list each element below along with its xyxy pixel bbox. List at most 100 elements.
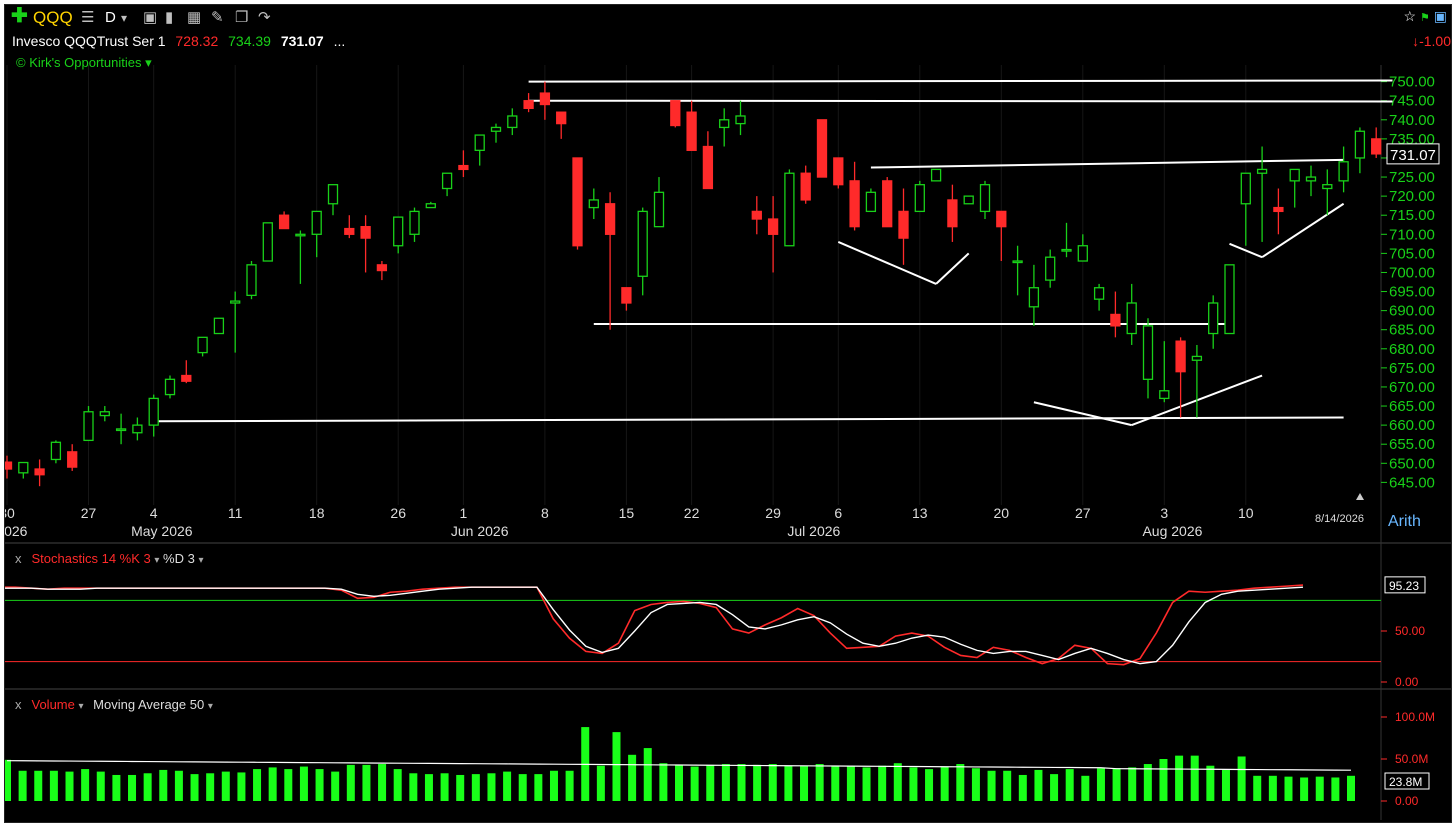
volume-bar xyxy=(690,766,699,801)
scanner-icon[interactable]: ▣ xyxy=(1434,8,1447,24)
date-tick-label: 11 xyxy=(228,505,243,521)
price-tick-label: 685.00 xyxy=(1389,322,1435,339)
candle-body xyxy=(930,168,942,182)
candle-body xyxy=(670,100,681,127)
candle-body xyxy=(1093,287,1105,300)
candle-body xyxy=(784,172,795,247)
study-menu[interactable]: © Kirk's Opportunities ▾ xyxy=(16,55,152,71)
date-tick-label: 13 xyxy=(912,505,928,521)
volume-bar xyxy=(409,773,418,801)
chevron-down-icon[interactable]: ▾ xyxy=(79,701,84,712)
volume-bar xyxy=(1081,775,1090,801)
candle-body xyxy=(735,115,746,125)
candle-body xyxy=(1273,206,1284,213)
bar-chart-icon[interactable]: ▮ xyxy=(165,8,173,28)
volume-bar xyxy=(675,764,683,801)
stoch-name[interactable]: Stochastics 14 %K 3 xyxy=(32,551,151,566)
candle-body xyxy=(604,203,616,235)
stoch-d-line xyxy=(5,586,1304,665)
candle-body xyxy=(344,227,355,235)
layers-icon[interactable]: ❐ xyxy=(235,8,248,28)
price-tick-label: 710.00 xyxy=(1389,226,1435,243)
volume-bar xyxy=(909,767,918,801)
candle-body xyxy=(588,199,599,209)
candle-body xyxy=(409,210,420,235)
candle-body xyxy=(1012,260,1023,264)
close-stoch-icon[interactable]: x xyxy=(15,551,22,566)
pencil-icon[interactable]: ✎ xyxy=(211,8,224,28)
volume-bar xyxy=(190,774,199,801)
volume-bar xyxy=(596,765,605,801)
volume-bar xyxy=(737,764,746,801)
close-volume-icon[interactable]: x xyxy=(15,697,22,712)
chevron-down-icon[interactable]: ▾ xyxy=(208,701,213,712)
volume-label: x Volume ▾ Moving Average 50 ▾ xyxy=(15,697,213,712)
more-ellipsis[interactable]: ... xyxy=(334,33,346,49)
chart-window: 750.00745.00740.00735.00730.00725.00720.… xyxy=(4,4,1452,823)
candle-body xyxy=(996,210,1007,228)
volume-bar xyxy=(362,764,371,801)
realtime-flag-icon[interactable]: ⚑ xyxy=(1420,12,1430,24)
date-tick-label: 15 xyxy=(619,505,635,521)
candle-body xyxy=(360,226,371,239)
date-tick-label: 8 xyxy=(541,505,549,521)
chevron-down-icon[interactable]: ▾ xyxy=(121,8,127,28)
volume-bar xyxy=(471,774,480,801)
volume-bar xyxy=(565,770,574,801)
volume-bar xyxy=(378,764,387,801)
share-icon[interactable]: ↷ xyxy=(258,8,271,28)
volume-bar xyxy=(987,770,996,801)
volume-bar xyxy=(643,748,652,801)
price-tick-label: 750.00 xyxy=(1389,74,1435,91)
date-tick-label: 27 xyxy=(81,505,97,521)
volume-bar xyxy=(1065,769,1074,801)
candle-body xyxy=(1159,390,1170,400)
candle-body xyxy=(702,145,714,190)
candle-body xyxy=(637,210,648,277)
security-name: Invesco QQQTrust Ser 1 xyxy=(12,33,166,49)
volume-bar xyxy=(1206,765,1215,801)
volume-bar xyxy=(268,767,277,801)
price-tick-label: 700.00 xyxy=(1389,264,1435,281)
add-icon[interactable]: ✚ xyxy=(11,6,28,26)
chevron-down-icon[interactable]: ▾ xyxy=(154,555,159,566)
candle-body xyxy=(115,428,127,432)
candle-body xyxy=(1305,176,1317,182)
chart-canvas[interactable]: 750.00745.00740.00735.00730.00725.00720.… xyxy=(5,5,1451,822)
star-icon[interactable]: ☆ xyxy=(1404,8,1417,24)
candle-body xyxy=(311,210,322,235)
volume-bar xyxy=(440,773,449,801)
change-value: ↓-1.00 xyxy=(1412,33,1451,49)
list-icon[interactable]: ☰ xyxy=(81,8,94,28)
volume-bar xyxy=(1284,776,1293,801)
symbol-input[interactable]: QQQ xyxy=(33,8,73,28)
candle-body xyxy=(767,218,779,235)
chevron-down-icon[interactable]: ▾ xyxy=(198,555,203,566)
date-tick-label: 6 xyxy=(834,505,842,521)
candle-body xyxy=(458,164,469,171)
volume-bar xyxy=(424,774,433,801)
stoch-extra[interactable]: %D 3 xyxy=(163,551,195,566)
volume-extra[interactable]: Moving Average 50 xyxy=(93,697,204,712)
candle-body xyxy=(1354,130,1366,159)
volume-bar xyxy=(706,764,715,801)
candle-body xyxy=(556,111,567,125)
candle-body xyxy=(1338,161,1349,182)
volume-bar xyxy=(1175,755,1184,801)
text-tool-icon[interactable]: ▣ xyxy=(143,8,157,28)
volume-bar xyxy=(940,766,949,801)
scale-mode[interactable]: Arith xyxy=(1388,513,1421,531)
interval-select[interactable]: D xyxy=(105,8,116,28)
date-tick-label: 18 xyxy=(309,505,325,521)
trend-line xyxy=(870,158,1344,169)
candle-body xyxy=(148,397,159,426)
price-tick-label: 695.00 xyxy=(1389,284,1435,301)
candle-body xyxy=(882,180,893,228)
volume-bar xyxy=(81,769,90,801)
volume-name[interactable]: Volume xyxy=(32,697,75,712)
price-tick-label: 655.00 xyxy=(1389,436,1435,453)
candle-body xyxy=(1289,168,1300,182)
stoch-tick-label: 50.00 xyxy=(1395,624,1425,638)
price-tick-label: 705.00 xyxy=(1389,245,1435,262)
calculator-icon[interactable]: ▦ xyxy=(187,8,201,28)
